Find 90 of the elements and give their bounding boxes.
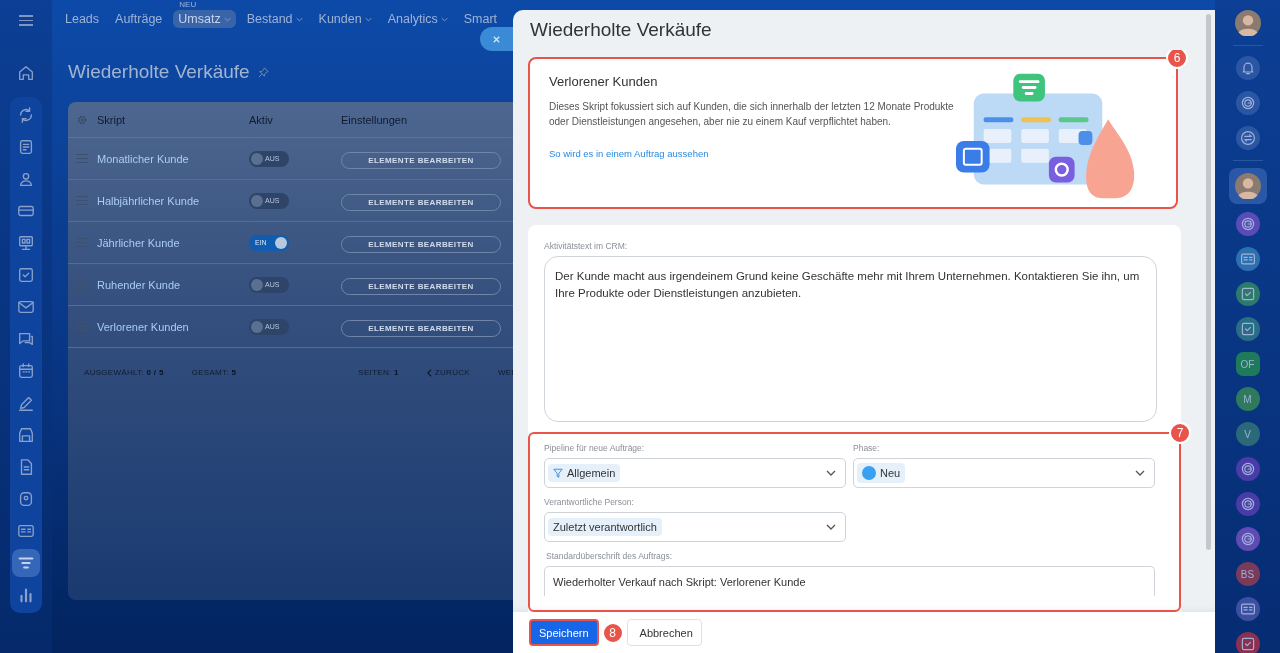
sidebar-item[interactable] xyxy=(12,548,40,577)
document-icon xyxy=(17,137,35,156)
app-button[interactable] xyxy=(1235,212,1260,236)
column-header: Einstellungen xyxy=(341,113,409,126)
field-label: Aktivitätstext im CRM: xyxy=(544,241,629,251)
cancel-button[interactable]: Abbrechen xyxy=(626,619,702,646)
app-button[interactable] xyxy=(1235,282,1260,306)
app-button[interactable] xyxy=(1235,91,1260,115)
field-label: Standardüberschrift des Auftrags: xyxy=(546,551,674,561)
dropdown-field[interactable]: Allgemein xyxy=(544,458,846,488)
checkbox-icon xyxy=(1239,286,1256,302)
spiral-icon xyxy=(1239,95,1256,111)
close-button[interactable] xyxy=(480,27,513,51)
app-button[interactable] xyxy=(1235,247,1260,271)
column-header: Skript xyxy=(96,113,127,126)
close-icon xyxy=(492,34,501,44)
step-badge: 7 xyxy=(1169,422,1191,444)
avatar[interactable]: BS xyxy=(1235,562,1260,586)
refresh-icon xyxy=(17,105,35,124)
swap-icon xyxy=(1239,130,1256,146)
app-button[interactable] xyxy=(1235,126,1260,150)
box-icon xyxy=(17,489,35,508)
spiral-icon xyxy=(1239,216,1256,232)
text-area[interactable]: Der Kunde macht aus irgendeinem Grund keine Geschäfte mehr mit Ihrem Unternehmen. Kontaktieren Sie ihn, um Ihre Produkte oder Dienstleistungen anzubieten. xyxy=(544,256,1157,422)
chevron-icon xyxy=(426,368,432,377)
nav-tab[interactable]: Aufträge xyxy=(110,10,168,28)
app-button[interactable] xyxy=(1235,632,1260,653)
spiral-icon xyxy=(1239,531,1256,547)
page-title: Wiederholte Verkäufe xyxy=(68,61,250,83)
app-button[interactable] xyxy=(1235,457,1260,481)
page-count: SEITEN: 1 xyxy=(358,368,399,377)
dropdown-field[interactable]: Neu xyxy=(853,458,1155,488)
nav-tab[interactable]: Analytics xyxy=(382,10,453,28)
nav-tab[interactable]: Smart xyxy=(458,10,503,28)
drag-handle-icon[interactable] xyxy=(76,153,88,164)
total-count: GESAMT: 5 xyxy=(191,368,237,377)
scrollbar[interactable] xyxy=(1206,14,1211,550)
pin-icon[interactable] xyxy=(257,66,269,78)
id-card-icon xyxy=(1239,601,1256,617)
chevron-icon xyxy=(1135,470,1145,476)
app-button[interactable] xyxy=(1235,492,1260,516)
avatar[interactable] xyxy=(1234,10,1261,36)
field-label: Phase: xyxy=(853,443,881,453)
card-description: Dieses Skript fokussiert sich auf Kunden, die sich innerhalb der letzten 12 Monate Produkte oder Dienstleistungen angesehen, aber nie zu einem Kauf verpflichtet haben. xyxy=(549,100,955,129)
field-label: Pipeline für neue Aufträge: xyxy=(544,443,646,453)
status-dot xyxy=(862,466,876,480)
chevron-icon xyxy=(826,470,836,476)
selected-count: AUSGEWÄHLT: 0 / 5 xyxy=(84,368,164,377)
selected-item-background[interactable] xyxy=(1228,168,1267,204)
nav-tab[interactable]: Leads xyxy=(60,10,105,28)
script-link[interactable]: Jährlicher Kunde xyxy=(88,236,249,249)
spiral-icon xyxy=(1239,496,1256,512)
app-button[interactable] xyxy=(1235,56,1260,80)
app-button[interactable] xyxy=(1235,527,1260,551)
nav-tab[interactable]: Kunden xyxy=(313,10,377,28)
avatar[interactable]: V xyxy=(1235,422,1260,446)
home-icon xyxy=(17,63,35,82)
avatar[interactable]: M xyxy=(1235,387,1260,411)
new-label: NEU xyxy=(179,0,197,9)
avatar[interactable] xyxy=(1234,173,1261,199)
dropdown-field[interactable]: Zuletzt verantwortlich xyxy=(544,512,846,542)
script-link[interactable]: Monatlicher Kunde xyxy=(88,152,249,165)
spiral-icon xyxy=(1239,461,1256,477)
menu-icon[interactable] xyxy=(19,12,33,29)
script-link[interactable]: Verlorener Kunden xyxy=(88,320,249,333)
drag-handle-icon[interactable] xyxy=(76,195,88,206)
step-badge: 6 xyxy=(1166,50,1188,69)
step-badge: 8 xyxy=(601,621,624,644)
id-card-icon xyxy=(1239,251,1256,267)
funnel-icon xyxy=(553,468,563,478)
checkbox-icon xyxy=(1239,321,1256,337)
card-title: Verlorener Kunden xyxy=(549,74,659,89)
panel-title: Wiederholte Verkäufe xyxy=(529,18,713,42)
calendar-icon xyxy=(17,361,35,380)
store-icon xyxy=(17,425,35,444)
app-button[interactable] xyxy=(1235,317,1260,341)
checkbox-icon xyxy=(17,265,35,284)
preview-link[interactable]: So wird es in einem Auftrag aussehen xyxy=(549,148,709,159)
nav-tab[interactable]: Bestand xyxy=(241,10,308,28)
avatar[interactable]: OF xyxy=(1235,352,1260,376)
save-button[interactable]: Speichern xyxy=(529,619,599,646)
chevron-icon xyxy=(826,524,836,530)
script-link[interactable]: Ruhender Kunde xyxy=(88,278,249,291)
script-link[interactable]: Halbjährlicher Kunde xyxy=(88,194,249,207)
app-button[interactable] xyxy=(1235,597,1260,621)
presentation-icon xyxy=(17,233,35,252)
field-label: Verantwortliche Person: xyxy=(544,497,635,507)
text-input[interactable]: Wiederholter Verkauf nach Skript: Verlorener Kunde xyxy=(544,566,1155,596)
column-header: Aktiv xyxy=(249,113,274,126)
checkbox-icon xyxy=(1239,636,1256,652)
